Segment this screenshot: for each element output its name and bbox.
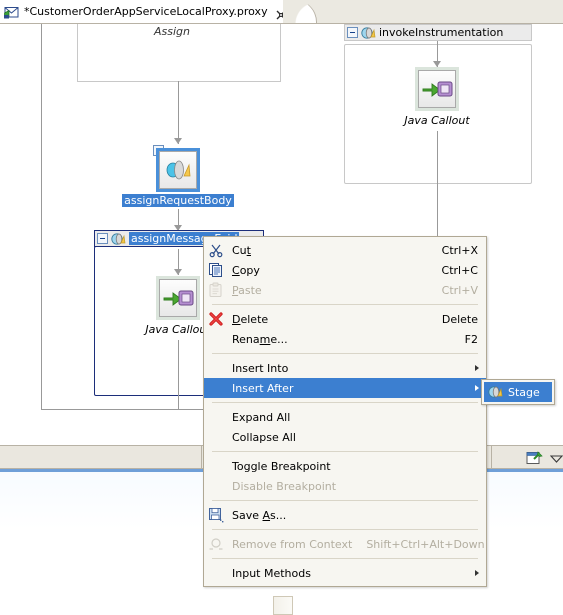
menu-separator xyxy=(212,451,478,452)
no-icon xyxy=(208,565,228,581)
stage-icon-2 xyxy=(110,231,126,247)
submenu-arrow-icon xyxy=(475,365,479,371)
delete-icon xyxy=(208,311,228,327)
no-icon xyxy=(208,331,228,347)
menu-item-delete[interactable]: Delete Delete xyxy=(204,309,486,329)
connector-arrowhead-4 xyxy=(174,269,182,275)
menu-item-insert-after[interactable]: Insert After xyxy=(204,378,486,398)
context-menu[interactable]: Cut Ctrl+X Copy Ctrl+C Paste Ctrl+V Delete Dele… xyxy=(203,236,487,587)
menu-item-label: Save As... xyxy=(232,508,287,522)
save-as-icon xyxy=(208,507,228,523)
menu-item-shortcut: Delete xyxy=(441,312,478,326)
menu-separator xyxy=(212,558,478,559)
flow-header-label-invokeinstrumentation: invokeInstrumentation xyxy=(379,26,504,39)
cut-icon xyxy=(208,242,228,258)
no-icon xyxy=(208,380,228,396)
expander-assignmessageecid[interactable] xyxy=(97,233,108,244)
no-icon xyxy=(208,458,228,474)
menu-item-label: Insert After xyxy=(232,381,294,395)
menu-item-label: Toggle Breakpoint xyxy=(232,459,331,473)
menu-item-label: Paste xyxy=(232,283,262,297)
menu-item-label: Insert Into xyxy=(232,361,289,375)
menu-item-label: Cut xyxy=(232,243,251,257)
menu-item-copy[interactable]: Copy Ctrl+C xyxy=(204,260,486,280)
menu-item-shortcut: Shift+Ctrl+Alt+Down xyxy=(366,537,485,551)
editor-tab-customerorderappservicelocalproxy[interactable]: *CustomerOrderAppServiceLocalProxy.proxy xyxy=(0,0,293,24)
menu-item-remove-from-context: Remove from Context Shift+Ctrl+Alt+Down xyxy=(204,534,486,554)
menu-item-expand-all[interactable]: Expand All xyxy=(204,407,486,427)
horizontal-scrollbar-thumb[interactable] xyxy=(273,596,293,615)
flow-header-invokeinstrumentation[interactable]: invokeInstrumentation xyxy=(344,24,532,41)
menu-item-shortcut: F2 xyxy=(464,332,478,346)
copy-icon xyxy=(208,262,228,278)
menu-item-label: Expand All xyxy=(232,410,291,424)
menu-item-input-methods[interactable]: Input Methods xyxy=(204,563,486,583)
paste-icon xyxy=(208,282,228,298)
insert-after-submenu[interactable]: Stage xyxy=(481,379,555,405)
menu-item-shortcut: Ctrl+V xyxy=(441,283,478,297)
menu-item-shortcut: Ctrl+C xyxy=(441,263,478,277)
connector-out-of-assignmessageecid xyxy=(178,340,179,409)
java-callout-icon-right[interactable] xyxy=(418,70,456,108)
menu-item-label: Disable Breakpoint xyxy=(232,479,337,493)
submenu-item-label: Stage xyxy=(508,385,540,399)
editor-tab-bar: *CustomerOrderAppServiceLocalProxy.proxy xyxy=(0,0,563,24)
assign-activity-icon[interactable] xyxy=(156,148,200,192)
node-label-java-callout-right: Java Callout xyxy=(404,114,470,127)
connector-arrowhead-3 xyxy=(433,61,441,67)
menu-item-shortcut: Ctrl+X xyxy=(441,243,478,257)
no-icon xyxy=(208,360,228,376)
menu-item-label: Collapse All xyxy=(232,430,296,444)
bottom-panel-separator-2 xyxy=(491,446,492,470)
proxy-file-icon xyxy=(4,4,20,20)
node-label-assignrequestbody[interactable]: assignRequestBody xyxy=(122,194,234,207)
assign-scope-title: Assign xyxy=(154,25,190,38)
submenu-item-stage[interactable]: Stage xyxy=(484,382,552,402)
menu-item-cut[interactable]: Cut Ctrl+X xyxy=(204,240,486,260)
menu-item-label: Delete xyxy=(232,312,269,326)
bottom-panel-separator-1 xyxy=(201,446,202,470)
menu-item-insert-into[interactable]: Insert Into xyxy=(204,358,486,378)
stage-icon xyxy=(487,384,505,400)
menu-separator xyxy=(212,529,478,530)
submenu-arrow-icon xyxy=(475,570,479,576)
menu-item-label: Input Methods xyxy=(232,566,311,580)
stage-icon xyxy=(360,25,376,41)
no-icon xyxy=(208,409,228,425)
outer-scope-left-edge xyxy=(41,24,42,409)
menu-item-disable-breakpoint: Disable Breakpoint xyxy=(204,476,486,496)
menu-item-collapse-all[interactable]: Collapse All xyxy=(204,427,486,447)
menu-item-rename[interactable]: Rename... F2 xyxy=(204,329,486,349)
editor-tab-label: *CustomerOrderAppServiceLocalProxy.proxy xyxy=(24,5,268,18)
menu-item-label: Remove from Context xyxy=(232,537,353,551)
menu-separator xyxy=(212,402,478,403)
menu-separator xyxy=(212,304,478,305)
view-menu-icon[interactable] xyxy=(549,451,563,470)
menu-item-label: Rename... xyxy=(232,332,288,346)
no-icon xyxy=(208,478,228,494)
menu-item-paste: Paste Ctrl+V xyxy=(204,280,486,300)
no-icon xyxy=(208,429,228,445)
menu-item-label: Copy xyxy=(232,263,260,277)
remove-from-context-icon xyxy=(208,536,228,552)
connector-arrowhead xyxy=(174,138,182,144)
menu-separator xyxy=(212,353,478,354)
menu-item-save-as[interactable]: Save As... xyxy=(204,505,486,525)
java-callout-icon-left[interactable] xyxy=(159,279,197,317)
menu-item-toggle-breakpoint[interactable]: Toggle Breakpoint xyxy=(204,456,486,476)
editor-tab-curve xyxy=(283,0,317,24)
menu-separator xyxy=(212,500,478,501)
application-window: *CustomerOrderAppServiceLocalProxy.proxy… xyxy=(0,0,563,615)
expander-invokeinstrumentation[interactable] xyxy=(347,27,358,38)
submenu-arrow-icon xyxy=(475,385,479,391)
connector-assign-to-assignrequestbody xyxy=(178,81,179,144)
pin-view-icon[interactable] xyxy=(526,450,543,470)
